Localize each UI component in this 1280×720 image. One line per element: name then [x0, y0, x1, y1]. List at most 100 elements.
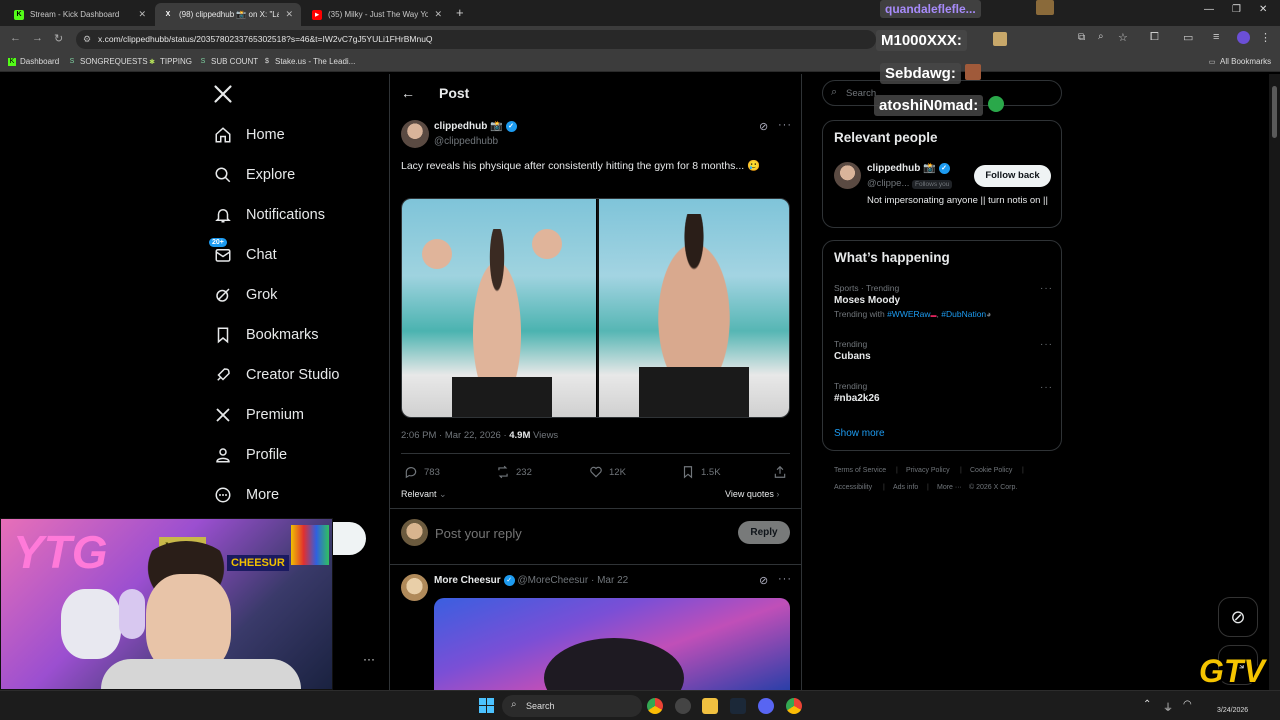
trend-more-icon[interactable]: ···	[1040, 382, 1053, 393]
site-info-icon[interactable]: ⚙	[83, 34, 91, 45]
view-quotes-link[interactable]: View quotes ›	[725, 489, 779, 499]
scrollbar-thumb[interactable]	[1272, 86, 1277, 138]
back-icon[interactable]: ←	[10, 32, 21, 44]
menu-icon[interactable]: ⋮	[1260, 31, 1271, 44]
trend-more-icon[interactable]: ···	[1040, 283, 1053, 294]
follow-back-button[interactable]: Follow back	[974, 165, 1051, 187]
like-stat[interactable]: 12K	[589, 465, 626, 479]
close-tab-icon[interactable]: ✕	[285, 9, 293, 20]
tab-x-post[interactable]: X (98) clippedhub 📸 on X: "Lacy ✕	[155, 3, 301, 26]
close-tab-icon[interactable]: ✕	[434, 9, 442, 20]
reply-input[interactable]	[435, 522, 725, 544]
reload-icon[interactable]: ↻	[54, 32, 63, 45]
media-image-left[interactable]	[402, 199, 596, 417]
maximize-button[interactable]: ❐	[1232, 4, 1241, 15]
nav-home[interactable]: Home	[213, 121, 285, 149]
install-icon[interactable]: ⧉	[1078, 32, 1085, 43]
tray-usb-icon[interactable]: ⏚	[1163, 699, 1173, 714]
omnibox[interactable]: ⚙ x.com/clippedhubb/status/2035780233765…	[76, 30, 876, 49]
zoom-icon[interactable]: ⌕	[1098, 31, 1104, 42]
bookmark-tipping[interactable]: ✱ TIPPING	[148, 57, 192, 66]
grok-explain-icon[interactable]: ⊘	[759, 120, 768, 133]
footer-privacy[interactable]: Privacy Policy	[906, 467, 950, 474]
tab-title: Stream - Kick Dashboard	[30, 10, 120, 19]
windows-start-icon[interactable]	[479, 698, 494, 713]
media-icon[interactable]: ≡	[1213, 31, 1219, 43]
taskbar-search[interactable]: ⌕ Search	[502, 695, 642, 717]
post-media[interactable]	[401, 198, 790, 418]
bookmark-stake[interactable]: $ Stake.us - The Leadi...	[263, 57, 355, 66]
reply-stat[interactable]: 783	[404, 465, 440, 479]
trend-item[interactable]: Trending #nba2k26	[834, 381, 1034, 404]
trend-item[interactable]: Trending Cubans	[834, 339, 1034, 362]
author-name-row[interactable]: clippedhub 📸 ✓	[434, 121, 517, 132]
reply-author-avatar[interactable]	[401, 574, 428, 601]
scrollbar[interactable]	[1269, 74, 1280, 690]
side-panel-icon[interactable]: ▭	[1183, 31, 1193, 44]
settings-icon[interactable]	[675, 698, 691, 714]
chat-emote-image	[988, 96, 1004, 112]
footer-terms[interactable]: Terms of Service	[834, 467, 886, 474]
nav-explore[interactable]: Explore	[213, 161, 295, 189]
trend-tag[interactable]: #WWERaw	[887, 309, 930, 319]
nav-more[interactable]: More	[213, 481, 279, 509]
footer-ads[interactable]: Ads info	[893, 484, 918, 491]
person-name-row[interactable]: clippedhub 📸 ✓	[867, 163, 950, 174]
show-more-link[interactable]: Show more	[834, 428, 885, 439]
post-more-icon[interactable]: ···	[778, 573, 792, 585]
tab-youtube[interactable]: ▶ (35) Milky - Just The Way You A ✕	[304, 3, 450, 26]
nav-premium[interactable]: Premium	[213, 401, 304, 429]
nav-bookmarks[interactable]: Bookmarks	[213, 321, 319, 349]
x-logo-icon[interactable]	[213, 84, 235, 106]
close-window-button[interactable]: ✕	[1259, 4, 1267, 15]
tray-chevron-icon[interactable]: ⌃	[1143, 699, 1151, 710]
media-image-right[interactable]	[599, 199, 789, 417]
footer-cookie[interactable]: Cookie Policy	[970, 467, 1012, 474]
author-handle[interactable]: @clippedhubb	[434, 136, 498, 147]
nav-grok[interactable]: Grok	[213, 281, 277, 309]
nav-profile[interactable]: Profile	[213, 441, 287, 469]
bookmark-songrequests[interactable]: S SONGREQUESTS	[68, 57, 148, 66]
tab-kick-dashboard[interactable]: K Stream - Kick Dashboard ✕	[6, 3, 154, 26]
trend-more-icon[interactable]: ···	[1040, 339, 1053, 350]
profile-avatar[interactable]	[1237, 31, 1250, 44]
footer-more[interactable]: More ···	[937, 484, 962, 491]
steam-icon[interactable]	[730, 698, 746, 714]
nav-creator-studio[interactable]: Creator Studio	[213, 361, 340, 389]
bookmark-stat[interactable]: 1.5K	[681, 465, 721, 479]
nav-chat[interactable]: 20+ Chat	[209, 238, 277, 269]
chrome-icon[interactable]	[647, 698, 663, 714]
trend-item[interactable]: Sports · Trending Moses Moody Trending w…	[834, 283, 1034, 319]
repost-stat[interactable]: 232	[496, 465, 532, 479]
author-avatar[interactable]	[401, 120, 429, 148]
new-tab-button[interactable]: +	[456, 5, 464, 20]
webcam-feed: YTG YTG CHEESUR	[0, 518, 333, 690]
footer-accessibility[interactable]: Accessibility	[834, 484, 872, 491]
extensions-icon[interactable]: ⧠	[1150, 31, 1159, 44]
more-circle-icon	[213, 485, 233, 505]
chrome-icon[interactable]	[786, 698, 802, 714]
minimize-button[interactable]: —	[1204, 4, 1214, 15]
nav-notifications[interactable]: Notifications	[213, 201, 325, 229]
wifi-icon[interactable]: ◠	[1183, 699, 1192, 710]
grok-explain-icon[interactable]: ⊘	[759, 574, 768, 587]
share-icon[interactable]	[773, 465, 787, 484]
account-more-icon[interactable]: ···	[363, 652, 375, 666]
close-tab-icon[interactable]: ✕	[138, 9, 146, 20]
all-bookmarks[interactable]: ▭ All Bookmarks	[1208, 57, 1271, 66]
bookmark-star-icon[interactable]: ☆	[1118, 31, 1128, 44]
bookmark-sub-count[interactable]: S SUB COUNT	[199, 57, 258, 66]
forward-icon[interactable]: →	[32, 32, 43, 44]
sort-dropdown[interactable]: Relevant ⌄	[401, 489, 447, 500]
reply-media[interactable]	[434, 598, 790, 690]
reply-button[interactable]: Reply	[738, 521, 790, 544]
reply-author-row[interactable]: More Cheesur ✓ @MoreCheesur · Mar 22	[434, 575, 628, 586]
grok-floating-icon[interactable]: ⊘	[1218, 597, 1258, 637]
post-more-icon[interactable]: ···	[778, 119, 792, 131]
person-avatar[interactable]	[834, 162, 861, 189]
discord-icon[interactable]	[758, 698, 774, 714]
back-arrow-icon[interactable]: ←	[401, 85, 415, 101]
bookmark-dashboard[interactable]: K Dashboard	[8, 57, 59, 66]
trend-tag[interactable]: #DubNation	[941, 309, 986, 319]
file-explorer-icon[interactable]	[702, 698, 718, 714]
